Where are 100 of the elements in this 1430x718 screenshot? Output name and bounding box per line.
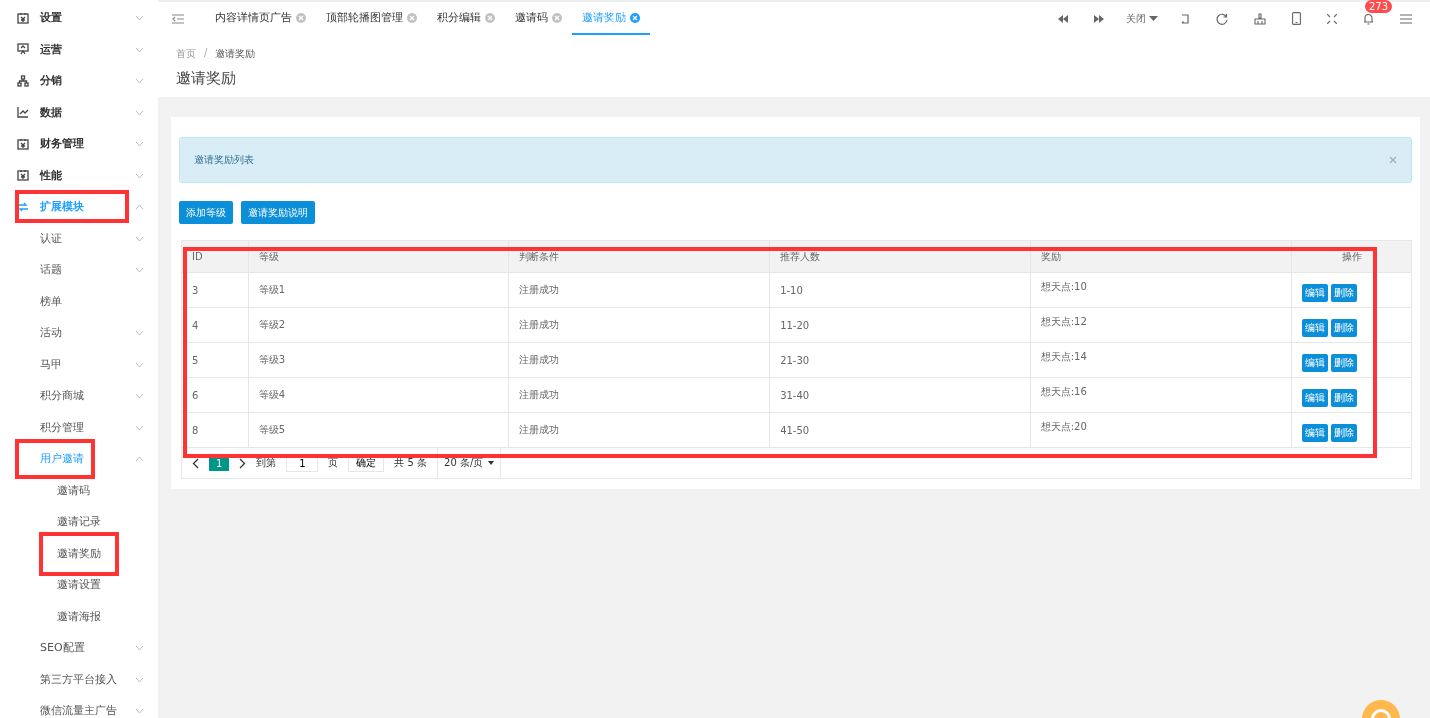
menu-item-icon: [17, 200, 29, 213]
previous-page-icon[interactable]: [192, 457, 199, 469]
page-tab[interactable]: 邀请码: [505, 2, 572, 35]
chevron-icon: [135, 109, 144, 116]
caret-icon: [488, 461, 495, 465]
sidebar-item[interactable]: 马甲: [0, 348, 158, 380]
table-cell: 3: [182, 272, 249, 308]
page-tab[interactable]: 积分编辑: [427, 2, 505, 35]
table-cell: 想天点:10: [1030, 272, 1292, 308]
row-action-button[interactable]: 删除: [1331, 318, 1357, 337]
breadcrumb-separator: /: [204, 47, 208, 60]
chevron-icon: [135, 361, 144, 368]
page-size-select[interactable]: 20 条/页: [437, 448, 502, 478]
menu-item-icon: [17, 43, 29, 56]
row-action-button[interactable]: 编辑: [1302, 318, 1328, 337]
sidebar-item[interactable]: 邀请设置: [0, 569, 158, 601]
sidebar-item[interactable]: SEO配置: [0, 632, 158, 664]
table-cell: 注册成功: [508, 307, 770, 343]
table-cell: 想天点:14: [1030, 342, 1292, 378]
row-action-button[interactable]: 删除: [1331, 353, 1357, 372]
row-action-button[interactable]: 编辑: [1302, 388, 1328, 407]
sidebar-item[interactable]: 榜单: [0, 285, 158, 317]
chevron-icon: [135, 15, 144, 21]
row-action-button[interactable]: 删除: [1331, 283, 1357, 302]
table-cell: 注册成功: [508, 342, 770, 378]
sidebar-item[interactable]: 分销: [0, 65, 158, 97]
table-cell: 5: [182, 342, 249, 378]
close-icon[interactable]: [1389, 156, 1397, 164]
chevron-icon: [135, 267, 144, 273]
sidebar-item[interactable]: 性能: [0, 159, 158, 191]
sidebar-item[interactable]: 邀请奖励: [0, 537, 158, 569]
row-action-button[interactable]: 编辑: [1302, 353, 1328, 372]
page-tab[interactable]: 内容详情页广告: [205, 2, 316, 35]
table-cell: 4: [182, 307, 249, 343]
menu-item-icon: [17, 106, 29, 119]
table-cell: 等级2: [248, 307, 509, 343]
alert-text: 邀请奖励列表: [194, 153, 254, 167]
bell-icon[interactable]: [1363, 12, 1374, 25]
close-icon[interactable]: [552, 12, 562, 23]
table-cell: 想天点:12: [1030, 307, 1292, 343]
rewind-icon[interactable]: [1058, 14, 1068, 23]
undo-icon[interactable]: [1180, 13, 1190, 24]
sidebar-item[interactable]: 积分管理: [0, 411, 158, 443]
chevron-icon: [135, 141, 144, 147]
caret-icon: [1149, 16, 1158, 21]
row-action-button[interactable]: 编辑: [1302, 283, 1328, 302]
sidebar-item[interactable]: 财务管理: [0, 128, 158, 160]
row-action-button[interactable]: 删除: [1331, 388, 1357, 407]
sidebar-item[interactable]: 运营: [0, 33, 158, 65]
sidebar-item[interactable]: 邀请码: [0, 474, 158, 506]
close-icon[interactable]: [407, 12, 417, 23]
row-action-button[interactable]: 编辑: [1302, 423, 1328, 442]
sidebar-item[interactable]: 邀请记录: [0, 506, 158, 538]
chevron-icon: [135, 645, 144, 651]
table-cell: 注册成功: [508, 377, 770, 413]
close-dropdown[interactable]: 关闭: [1126, 11, 1158, 26]
table-cell: 11-20: [769, 307, 1031, 343]
phone-icon[interactable]: [1292, 12, 1301, 25]
table-cell: 等级4: [248, 377, 509, 413]
sidebar-item[interactable]: 话题: [0, 254, 158, 286]
notification-badge: 273: [1365, 0, 1393, 13]
action-button[interactable]: 邀请奖励说明: [241, 201, 315, 224]
menu-fold-icon[interactable]: [172, 13, 184, 24]
sidebar-item[interactable]: 积分商城: [0, 380, 158, 412]
sidebar-item[interactable]: 设置: [0, 2, 158, 34]
menu-item-icon: [17, 169, 29, 182]
chevron-icon: [135, 456, 144, 462]
page-tab[interactable]: 顶部轮播图管理: [316, 2, 427, 35]
close-icon[interactable]: [630, 12, 640, 23]
sidebar-item[interactable]: 微信流量主广告: [0, 695, 158, 718]
chevron-icon: [135, 708, 144, 714]
table-cell: 注册成功: [508, 272, 770, 308]
sidebar-item[interactable]: 活动: [0, 317, 158, 349]
menu-item-icon: [17, 137, 29, 150]
sidebar-item[interactable]: 第三方平台接入: [0, 663, 158, 695]
chevron-icon: [135, 172, 144, 179]
menu-item-icon: [17, 74, 29, 87]
sidebar-item[interactable]: 认证: [0, 222, 158, 254]
cleaner-icon[interactable]: [1254, 12, 1266, 25]
refresh-icon[interactable]: [1216, 12, 1228, 25]
sidebar-item[interactable]: 邀请海报: [0, 600, 158, 632]
fullscreen-icon[interactable]: [1327, 13, 1337, 24]
chevron-icon: [135, 78, 144, 84]
fast-forward-icon[interactable]: [1094, 14, 1104, 23]
page-unit-label: 页: [328, 456, 339, 470]
table-cell: 8: [182, 412, 249, 447]
menu-icon[interactable]: [1400, 13, 1412, 24]
page-title: 邀请奖励: [176, 69, 237, 88]
next-page-icon[interactable]: [239, 457, 247, 469]
close-icon[interactable]: [296, 12, 306, 23]
breadcrumb-link[interactable]: 邀请奖励: [215, 47, 256, 61]
chevron-icon: [135, 676, 144, 683]
table-cell: 21-30: [769, 342, 1031, 378]
table-cell: 31-40: [769, 377, 1031, 413]
goto-label: 到第: [256, 456, 277, 470]
action-button[interactable]: 添加等级: [179, 201, 233, 224]
row-action-button[interactable]: 删除: [1331, 423, 1357, 442]
chevron-icon: [135, 46, 144, 53]
close-icon[interactable]: [485, 12, 495, 23]
sidebar-item[interactable]: 数据: [0, 96, 158, 128]
